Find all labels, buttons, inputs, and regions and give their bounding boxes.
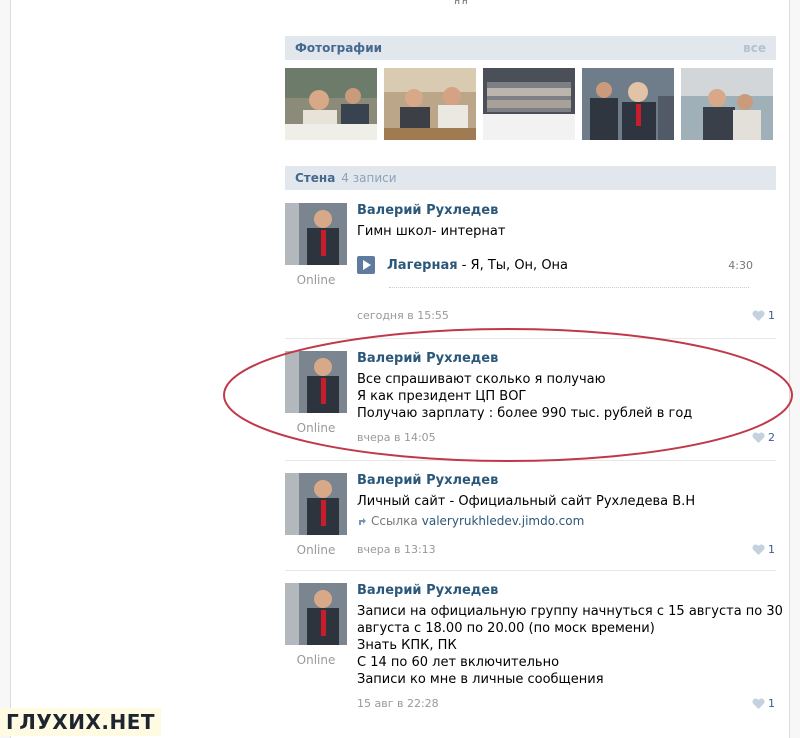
post-author[interactable]: Валерий Рухледев	[357, 351, 775, 367]
play-icon[interactable]	[357, 256, 375, 274]
post-body: Валерий Рухледев Все спрашивают сколько …	[357, 351, 775, 422]
post-text-line: августа с 18.00 по 20.00 (по моск времен…	[357, 621, 655, 636]
post-text: Личный сайт - Официальный сайт Рухледева…	[357, 493, 775, 510]
link-arrow-icon	[359, 518, 366, 525]
heart-icon	[752, 698, 765, 709]
photo-thumb[interactable]	[384, 68, 476, 140]
wall-count: 4 записи	[341, 171, 397, 185]
audio-track: - Я, Ты, Он, Она	[457, 257, 569, 273]
online-status: Online	[296, 653, 336, 667]
post-body: Валерий Рухледев Гимн школ- интернат	[357, 203, 775, 240]
photo-thumb[interactable]	[582, 68, 674, 140]
link-url[interactable]: valeryrukhledev.jimdo.com	[422, 514, 585, 528]
post-meta: сегодня в 15:55 1	[357, 309, 775, 322]
like-button[interactable]: 1	[752, 697, 775, 710]
post-date[interactable]: сегодня в 15:55	[357, 309, 449, 322]
post-text: Записи на официальную группу начнуться с…	[357, 603, 783, 688]
avatar[interactable]	[285, 351, 347, 413]
avatar[interactable]	[285, 473, 347, 535]
avatar-block: Online	[285, 583, 347, 667]
avatar-block: Online	[285, 203, 347, 287]
like-button[interactable]: 1	[752, 309, 775, 322]
photo-thumb[interactable]	[483, 68, 575, 140]
post-date[interactable]: вчера в 13:13	[357, 543, 436, 556]
audio-duration: 4:30	[728, 258, 753, 272]
heart-icon	[752, 310, 765, 321]
post-text-line: С 14 по 60 лет включительно	[357, 655, 560, 670]
post-date[interactable]: 15 авг в 22:28	[357, 697, 439, 710]
photo-thumb[interactable]	[285, 68, 377, 140]
post-author[interactable]: Валерий Рухледев	[357, 203, 775, 219]
like-button[interactable]: 2	[752, 431, 775, 444]
post-text-line: Записи на официальную группу начнуться с…	[357, 604, 783, 619]
watermark-logo: ГЛУХИХ.НЕТ	[0, 708, 161, 736]
post-body: Валерий Рухледев Записи на официальную г…	[357, 583, 783, 688]
post-meta: вчера в 13:13 1	[357, 543, 775, 556]
heart-icon	[752, 432, 765, 443]
post-text: Все спрашивают сколько я получаю Я как п…	[357, 371, 775, 422]
wall-post: Online Валерий Рухледев Все спрашивают с…	[285, 351, 776, 451]
online-status: Online	[296, 273, 336, 287]
like-count: 2	[768, 431, 775, 444]
wall-post: Online Валерий Рухледев Записи на официа…	[285, 583, 783, 713]
post-text-line: Записи ко мне в личные сообщения	[357, 672, 604, 687]
photo-thumb[interactable]	[681, 68, 773, 140]
audio-progress-bar[interactable]	[389, 287, 749, 288]
wall-header: Стена 4 записи	[285, 166, 776, 190]
post-text-line: Все спрашивают сколько я получаю	[357, 372, 606, 387]
like-count: 1	[768, 543, 775, 556]
photo-strip	[285, 68, 776, 140]
divider	[285, 460, 776, 461]
truncated-text: дд	[453, 0, 468, 4]
divider	[285, 338, 776, 339]
avatar-block: Online	[285, 473, 347, 557]
post-meta: вчера в 14:05 2	[357, 431, 775, 444]
post-date[interactable]: вчера в 14:05	[357, 431, 436, 444]
post-text-line: Гимн школ- интернат	[357, 224, 506, 239]
post-text-line: Знать КПК, ПК	[357, 638, 457, 653]
post-author[interactable]: Валерий Рухледев	[357, 583, 775, 599]
avatar-block: Online	[285, 351, 347, 435]
post-text: Гимн школ- интернат	[357, 223, 775, 240]
link-label: Ссылка	[371, 514, 418, 528]
like-count: 1	[768, 697, 775, 710]
heart-icon	[752, 544, 765, 555]
like-count: 1	[768, 309, 775, 322]
online-status: Online	[296, 543, 336, 557]
online-status: Online	[296, 421, 336, 435]
post-meta: 15 авг в 22:28 1	[357, 697, 775, 710]
like-button[interactable]: 1	[752, 543, 775, 556]
avatar[interactable]	[285, 203, 347, 265]
post-text-line: Личный сайт - Официальный сайт Рухледева…	[357, 494, 696, 509]
post-author[interactable]: Валерий Рухледев	[357, 473, 775, 489]
audio-title: Лагерная - Я, Ты, Он, Она	[387, 258, 568, 273]
avatar[interactable]	[285, 583, 347, 645]
divider	[285, 570, 776, 571]
post-text-line: Получаю зарплату : более 990 тыс. рублей…	[357, 406, 693, 421]
wall-post: Online Валерий Рухледев Личный сайт - Оф…	[285, 473, 776, 563]
photos-all-link[interactable]: все	[743, 41, 766, 55]
post-text-line: Я как президент ЦП ВОГ	[357, 389, 527, 404]
audio-attachment: Лагерная - Я, Ты, Он, Она 4:30	[357, 254, 753, 276]
photos-title[interactable]: Фотографии	[295, 41, 382, 55]
post-body: Валерий Рухледев Личный сайт - Официальн…	[357, 473, 775, 528]
wall-title[interactable]: Стена 4 записи	[295, 171, 397, 185]
audio-artist[interactable]: Лагерная	[387, 258, 458, 273]
photos-header: Фотографии все	[285, 36, 776, 60]
link-attachment: Ссылка valeryrukhledev.jimdo.com	[357, 514, 775, 528]
wall-post: Online Валерий Рухледев Гимн школ- интер…	[285, 203, 776, 327]
